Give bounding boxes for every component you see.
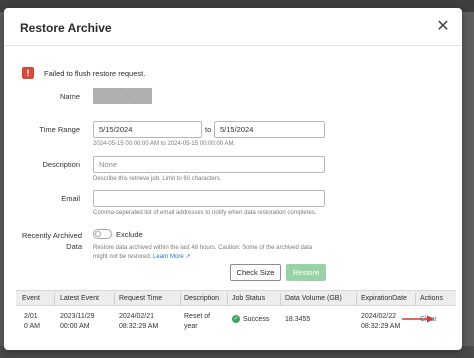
cell-data-volume: 18.3455 — [285, 316, 311, 323]
cell-event-line1: 2/01 — [24, 313, 38, 320]
column-header-job-status: Job Status — [232, 295, 266, 302]
description-input[interactable] — [93, 156, 325, 173]
job-status-text: Success — [243, 316, 270, 323]
exclude-toggle-label: Exclude — [116, 230, 143, 239]
email-help: Comma-seperated list of email addresses … — [93, 210, 317, 216]
dialog-title: Restore Archive — [20, 21, 112, 35]
column-divider — [227, 293, 228, 305]
cell-request-time: 2024/02/21 08:32:29 AM — [119, 312, 158, 332]
exclude-toggle[interactable] — [93, 229, 112, 239]
column-header-actions: Actions — [420, 295, 443, 302]
learn-more-link[interactable]: Learn More — [153, 254, 184, 260]
time-range-label: Time Range — [39, 125, 80, 134]
cell-request-time-line1: 2024/02/21 — [119, 313, 155, 320]
cell-expiration-line2: 08:32:29 AM — [361, 323, 401, 330]
time-range-to-input[interactable] — [214, 121, 325, 138]
recently-archived-label: Recently Archived Data — [12, 230, 82, 252]
success-check-icon: ✓ — [232, 315, 240, 324]
column-divider — [180, 293, 181, 305]
description-help: Describe this retrieve job. Limit to 60 … — [93, 176, 222, 182]
column-header-expiration-date: ExpirationDate — [361, 295, 407, 302]
cell-latest-event-line2: 00:00 AM — [60, 323, 90, 330]
column-divider — [356, 293, 357, 305]
column-header-event: Event — [22, 295, 40, 302]
toggle-knob — [95, 231, 101, 237]
restore-button[interactable]: Restore — [286, 264, 326, 281]
annotation-arrow-icon — [402, 315, 434, 323]
dialog-header: Restore Archive ✕ — [4, 8, 462, 46]
cell-request-time-line2: 08:32:29 AM — [119, 323, 159, 330]
recently-archived-help-line2: might not be restored. Learn More ↗ — [93, 253, 312, 262]
close-icon[interactable]: ✕ — [434, 18, 452, 36]
cell-expiration-line1: 2024/02/22 — [361, 313, 397, 320]
column-divider — [114, 293, 115, 305]
cell-latest-event-line1: 2023/11/29 — [60, 313, 95, 320]
column-divider — [280, 293, 281, 305]
name-label: Name — [59, 92, 80, 101]
cell-expiration-date: 2024/02/22 08:32:29 AM — [361, 312, 400, 332]
recently-archived-help: Restore data archived within the last 48… — [93, 244, 312, 262]
time-range-from-input[interactable] — [93, 121, 202, 138]
column-header-request-time: Request Time — [119, 295, 163, 302]
description-label: Description — [42, 160, 80, 169]
alert-icon: ! — [22, 67, 34, 79]
cell-event: 2/01 0 AM — [24, 312, 40, 332]
cell-latest-event: 2023/11/29 00:00 AM — [60, 312, 95, 332]
cell-description-line1: Reset of — [184, 313, 211, 320]
external-link-icon[interactable]: ↗ — [185, 253, 190, 262]
column-divider — [415, 293, 416, 305]
time-range-separator: to — [205, 125, 212, 134]
cell-description-line2: year — [184, 323, 198, 330]
email-label: Email — [61, 194, 80, 203]
column-header-description: Description — [184, 295, 220, 302]
cell-event-line2: 0 AM — [24, 323, 40, 330]
recently-archived-help-line1: Restore data archived within the last 48… — [93, 245, 313, 251]
error-alert: ! Failed to flush restore request. — [22, 66, 145, 80]
column-header-latest-event: Latest Event — [60, 295, 99, 302]
alert-message: Failed to flush restore request. — [44, 68, 146, 78]
time-range-help: 2024-05-15 00:00:00 AM to 2024-05-15 00:… — [93, 141, 236, 147]
cell-description: Reset of year — [184, 312, 210, 332]
table-header: Event Latest Event Request Time Descript… — [16, 290, 456, 306]
restore-archive-dialog: Restore Archive ✕ ! Failed to flush rest… — [4, 8, 462, 350]
check-size-button[interactable]: Check Size — [230, 264, 281, 281]
recently-archived-help-text: might not be restored. — [93, 254, 152, 260]
name-value-redacted — [93, 88, 152, 104]
recently-archived-label-line1: Recently Archived — [21, 231, 82, 240]
email-input[interactable] — [93, 190, 325, 207]
column-header-data-volume: Data Volume (GB) — [285, 295, 342, 302]
recently-archived-label-line2: Data — [66, 242, 82, 251]
column-divider — [54, 293, 55, 305]
cell-job-status: ✓ Success — [232, 315, 269, 325]
